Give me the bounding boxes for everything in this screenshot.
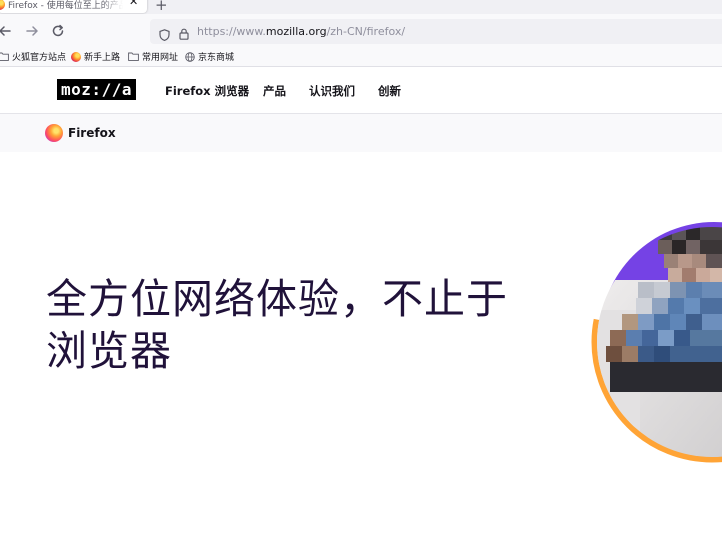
bookmark-item[interactable]: 京东商城 xyxy=(185,50,234,63)
mozilla-logo[interactable]: moz://a xyxy=(57,79,136,100)
url-bar[interactable]: https://www.mozilla.org/zh-CN/firefox/ xyxy=(150,19,722,44)
lock-icon[interactable] xyxy=(179,25,189,44)
tab-close-icon[interactable]: ✕ xyxy=(129,0,138,8)
nav-item-firefox-browser[interactable]: Firefox 浏览器 xyxy=(165,83,249,99)
nav-item-about-us[interactable]: 认识我们 xyxy=(309,83,355,99)
bookmark-label: 新手上路 xyxy=(84,53,121,63)
hero-title: 全方位网络体验，不止于浏览器 xyxy=(46,275,508,375)
firefox-favicon-icon xyxy=(0,0,5,10)
bookmark-label: 京东商城 xyxy=(198,53,235,63)
globe-icon xyxy=(185,51,195,62)
firefox-brand-link[interactable]: Firefox xyxy=(68,126,116,140)
url-path: /zh-CN/firefox/ xyxy=(326,25,406,38)
url-text[interactable]: https://www.mozilla.org/zh-CN/firefox/ xyxy=(197,25,405,38)
new-tab-button[interactable]: + xyxy=(155,0,168,14)
url-domain: mozilla.org xyxy=(265,25,327,38)
folder-icon xyxy=(0,52,9,61)
bookmark-label: 火狐官方站点 xyxy=(12,53,67,63)
tab-title: Firefox - 使用每位至上的产品... xyxy=(8,0,123,11)
tab-strip: Firefox - 使用每位至上的产品... ✕ + xyxy=(0,0,722,14)
navigation-toolbar: https://www.mozilla.org/zh-CN/firefox/ xyxy=(0,14,722,46)
tracking-shield-icon[interactable] xyxy=(159,26,170,45)
active-tab[interactable]: Firefox - 使用每位至上的产品... ✕ xyxy=(0,0,147,13)
folder-icon xyxy=(128,52,139,61)
reload-icon[interactable] xyxy=(50,23,66,39)
nav-item-products[interactable]: 产品 xyxy=(263,83,286,99)
firefox-logo-icon[interactable] xyxy=(45,124,63,142)
forward-arrow-icon[interactable] xyxy=(24,23,40,39)
bookmark-item[interactable]: 火狐官方站点 xyxy=(0,50,66,63)
firefox-icon xyxy=(71,51,81,62)
firefox-subnav: Firefox xyxy=(0,114,722,152)
bookmark-item[interactable]: 常用网址 xyxy=(128,50,178,63)
bookmarks-toolbar: 火狐官方站点 新手上路 常用网址 京东商城 xyxy=(0,46,722,67)
back-arrow-icon[interactable] xyxy=(0,23,13,39)
nav-item-innovation[interactable]: 创新 xyxy=(378,83,401,99)
url-prefix: https://www. xyxy=(197,25,266,38)
bookmark-item[interactable]: 新手上路 xyxy=(71,50,120,63)
site-header: moz://a Firefox 浏览器 产品 认识我们 创新 xyxy=(0,67,722,115)
hero-image xyxy=(540,210,722,490)
bookmark-label: 常用网址 xyxy=(142,53,179,63)
